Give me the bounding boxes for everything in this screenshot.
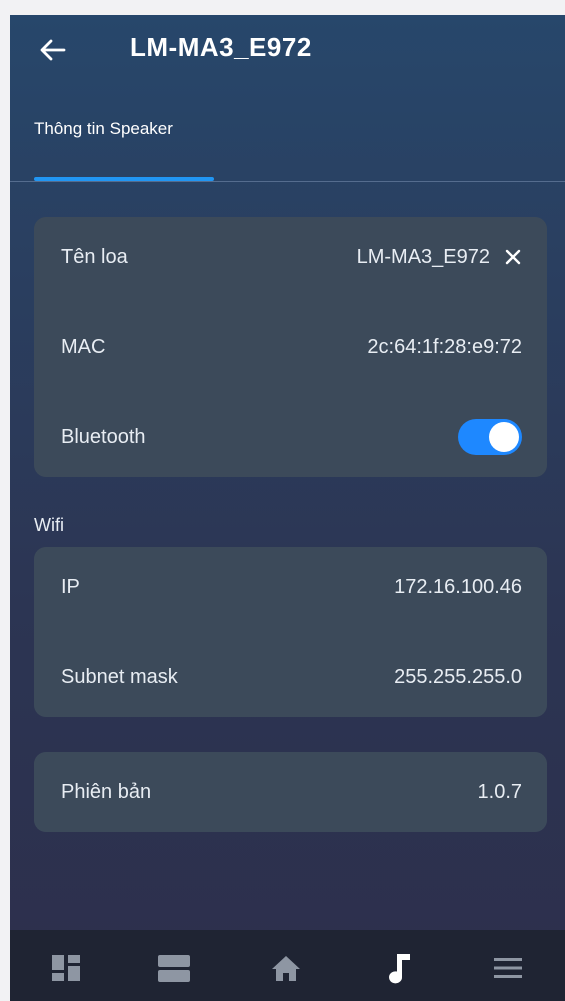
tab-speaker-info[interactable]: Thông tin Speaker: [34, 119, 173, 139]
speaker-name-value[interactable]: LM-MA3_E972: [357, 246, 490, 269]
music-note-icon[interactable]: [380, 948, 420, 988]
bluetooth-toggle[interactable]: [458, 419, 522, 455]
version-label: Phiên bản: [61, 780, 152, 803]
arrow-left-icon[interactable]: [38, 35, 68, 65]
toggle-knob: [489, 422, 519, 452]
mac-value: 2c:64:1f:28:e9:72: [367, 335, 522, 358]
version-card: Phiên bản 1.0.7: [34, 752, 547, 832]
wifi-card: IP 172.16.100.46 Subnet mask 255.255.255…: [34, 547, 547, 717]
app-header: LM-MA3_E972: [10, 15, 565, 85]
close-icon[interactable]: [504, 248, 522, 266]
speaker-info-screen: LM-MA3_E972 Thông tin Speaker Tên loa LM…: [10, 15, 565, 1001]
list-view-icon[interactable]: [154, 948, 194, 988]
subnet-mask-row: Subnet mask 255.255.255.0: [34, 637, 547, 717]
subnet-mask-value: 255.255.255.0: [394, 665, 522, 688]
ip-value: 172.16.100.46: [394, 575, 522, 598]
speaker-name-value-group: LM-MA3_E972: [357, 246, 522, 269]
tab-divider: [10, 181, 565, 182]
home-icon[interactable]: [266, 948, 306, 988]
wifi-section-label: Wifi: [34, 515, 64, 535]
subnet-mask-label: Subnet mask: [61, 665, 178, 688]
ip-row: IP 172.16.100.46: [34, 547, 547, 627]
page-title: LM-MA3_E972: [130, 32, 312, 62]
version-row: Phiên bản 1.0.7: [34, 752, 547, 832]
bluetooth-row: Bluetooth: [34, 397, 547, 477]
bluetooth-label: Bluetooth: [61, 425, 146, 448]
version-value: 1.0.7: [477, 780, 522, 803]
mac-label: MAC: [61, 335, 106, 358]
ip-label: IP: [61, 575, 80, 598]
menu-icon[interactable]: [488, 948, 528, 988]
speaker-name-row: Tên loa LM-MA3_E972: [34, 217, 547, 297]
speaker-name-label: Tên loa: [61, 245, 128, 268]
bottom-navigation: [10, 930, 565, 1001]
mac-row: MAC 2c:64:1f:28:e9:72: [34, 307, 547, 387]
dashboard-icon[interactable]: [46, 948, 86, 988]
speaker-info-card: Tên loa LM-MA3_E972 MAC 2c:64:1f:28:e9:7…: [34, 217, 547, 477]
